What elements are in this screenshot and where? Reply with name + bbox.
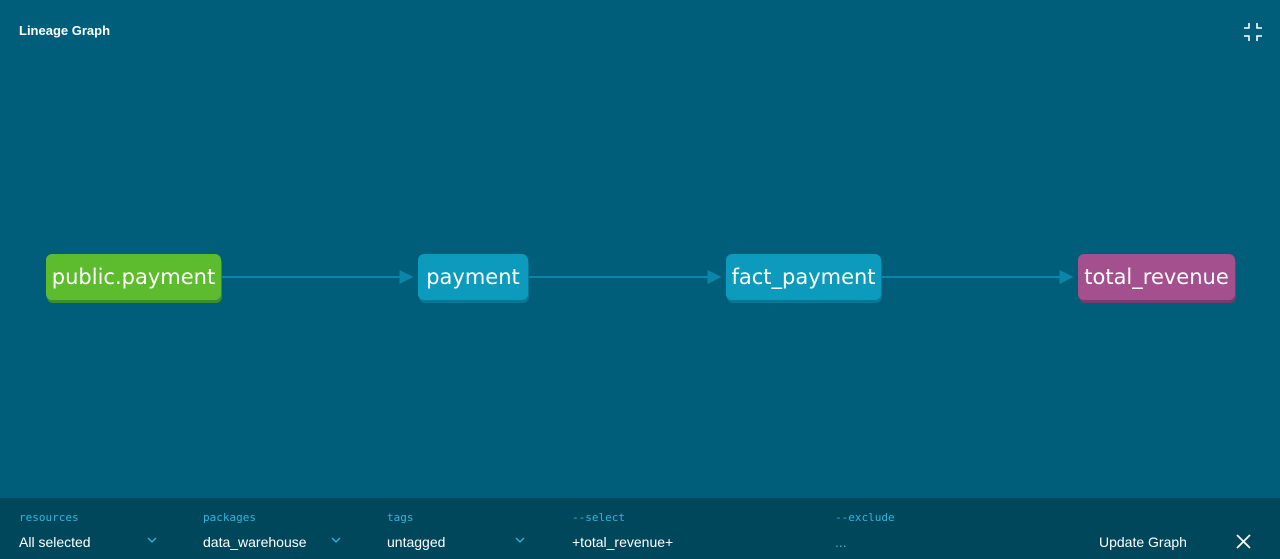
tags-label: tags [387, 511, 414, 524]
filter-bar: resources All selected packages data_war… [0, 498, 1280, 559]
node-total-revenue[interactable]: total_revenue [1078, 254, 1235, 300]
resources-label: resources [19, 511, 79, 524]
tags-value[interactable]: untagged [387, 534, 445, 550]
resources-value[interactable]: All selected [19, 534, 91, 550]
exclude-input[interactable]: ... [835, 534, 847, 550]
select-input[interactable]: +total_revenue+ [572, 534, 673, 550]
lineage-graph-panel: Lineage Graph public.payment payment fac… [0, 0, 1280, 498]
select-label: --select [572, 511, 625, 524]
packages-label: packages [203, 511, 256, 524]
chevron-down-icon[interactable] [331, 537, 341, 544]
close-icon[interactable] [1236, 534, 1251, 549]
exclude-label: --exclude [835, 511, 895, 524]
node-payment[interactable]: payment [418, 254, 528, 300]
node-fact-payment[interactable]: fact_payment [726, 254, 881, 300]
packages-value[interactable]: data_warehouse [203, 534, 307, 550]
chevron-down-icon[interactable] [147, 537, 157, 544]
update-graph-button[interactable]: Update Graph [1099, 534, 1187, 550]
select-filter[interactable]: --select +total_revenue+ [572, 498, 802, 559]
chevron-down-icon[interactable] [515, 537, 525, 544]
node-public-payment[interactable]: public.payment [46, 254, 221, 300]
tags-filter[interactable]: tags untagged [387, 498, 527, 559]
exclude-filter[interactable]: --exclude ... [835, 498, 1065, 559]
graph-edges [222, 270, 1074, 284]
packages-filter[interactable]: packages data_warehouse [203, 498, 343, 559]
resources-filter[interactable]: resources All selected [19, 498, 159, 559]
